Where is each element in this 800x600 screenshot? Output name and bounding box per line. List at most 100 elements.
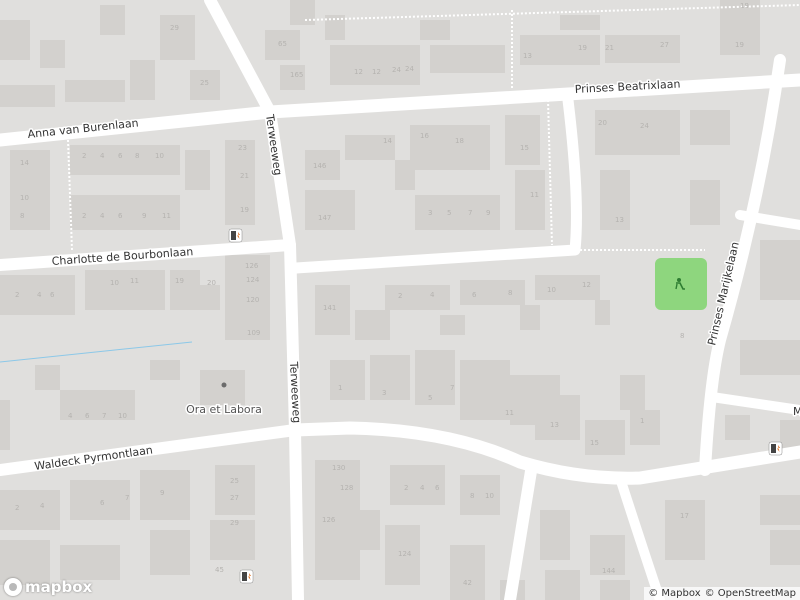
house-number: 25 bbox=[230, 477, 239, 485]
house-number: 21 bbox=[605, 44, 614, 52]
street-label-waldeck-pyrmontlaan: Waldeck Pyrmontlaan bbox=[34, 443, 154, 472]
house-number: 24 bbox=[640, 122, 649, 130]
house-number: 8 bbox=[470, 492, 474, 500]
house-number: 6 bbox=[472, 291, 477, 299]
house-number: 42 bbox=[463, 579, 472, 587]
house-number: 5 bbox=[447, 209, 451, 217]
house-number: 10 bbox=[155, 152, 164, 160]
house-number: 10 bbox=[118, 412, 127, 420]
house-number: 9 bbox=[486, 209, 490, 217]
house-number: 141 bbox=[323, 304, 336, 312]
attribution-mapbox-link[interactable]: © Mapbox bbox=[648, 588, 700, 599]
house-number: 11 bbox=[530, 191, 539, 199]
house-number: 10 bbox=[485, 492, 494, 500]
house-number: 2 bbox=[15, 504, 19, 512]
map-canvas[interactable]: 65 165 12 12 24 24 13 19 21 27 19 19 29 … bbox=[0, 0, 800, 600]
map-attribution: © Mapbox © OpenStreetMap bbox=[644, 587, 800, 600]
house-number: 10 bbox=[110, 279, 119, 287]
house-number: 27 bbox=[230, 494, 239, 502]
house-number: 6 bbox=[50, 291, 55, 299]
house-number: 109 bbox=[247, 329, 260, 337]
house-number: 19 bbox=[578, 44, 587, 52]
house-number: 14 bbox=[20, 159, 29, 167]
house-number: 8 bbox=[508, 289, 512, 297]
attribution-osm-link[interactable]: © OpenStreetMap bbox=[705, 588, 796, 599]
mapbox-logo[interactable]: mapbox bbox=[4, 578, 92, 596]
house-number: 4 bbox=[37, 291, 42, 299]
house-number: 128 bbox=[340, 484, 353, 492]
house-number: 16 bbox=[420, 132, 429, 140]
house-number: 4 bbox=[40, 502, 45, 510]
house-number: 8 bbox=[20, 212, 24, 220]
house-number: 23 bbox=[238, 144, 247, 152]
house-number: 13 bbox=[550, 421, 559, 429]
house-number: 126 bbox=[322, 516, 336, 524]
house-number: 15 bbox=[590, 439, 599, 447]
house-number: 29 bbox=[230, 519, 239, 527]
mapbox-logo-icon bbox=[4, 578, 22, 596]
house-number: 8 bbox=[680, 332, 684, 340]
house-number: 19 bbox=[175, 277, 184, 285]
map-view[interactable]: 65 165 12 12 24 24 13 19 21 27 19 19 29 … bbox=[0, 0, 800, 600]
poi-label-ora-et-labora: Ora et Labora bbox=[186, 403, 262, 416]
house-number: 4 bbox=[100, 152, 105, 160]
house-number: 19 bbox=[740, 2, 749, 10]
house-number: 8 bbox=[135, 152, 139, 160]
house-number: 10 bbox=[547, 286, 556, 294]
house-number: 3 bbox=[382, 389, 386, 397]
house-number: 17 bbox=[680, 512, 689, 520]
house-number: 14 bbox=[383, 137, 392, 145]
house-number: 10 bbox=[20, 194, 29, 202]
house-number: 13 bbox=[615, 216, 624, 224]
house-number: 24 bbox=[405, 65, 414, 73]
house-number: 7 bbox=[468, 209, 472, 217]
house-number: 4 bbox=[100, 212, 105, 220]
house-number: 29 bbox=[170, 24, 179, 32]
mapbox-logo-text: mapbox bbox=[25, 578, 93, 596]
house-number: 1 bbox=[338, 384, 342, 392]
house-number: 6 bbox=[118, 152, 123, 160]
house-number: 18 bbox=[455, 137, 464, 145]
charging-station-icon[interactable] bbox=[228, 228, 243, 243]
house-number: 11 bbox=[130, 277, 139, 285]
house-number: 13 bbox=[523, 52, 532, 60]
house-number: 147 bbox=[318, 214, 331, 222]
house-number: 9 bbox=[142, 212, 146, 220]
house-number: 2 bbox=[398, 292, 402, 300]
house-number: 24 bbox=[392, 66, 401, 74]
house-number: 25 bbox=[200, 79, 209, 87]
house-number: 65 bbox=[278, 40, 287, 48]
house-number: 7 bbox=[450, 384, 454, 392]
house-number: 4 bbox=[420, 484, 425, 492]
house-number: 144 bbox=[602, 567, 616, 575]
house-number: 2 bbox=[82, 212, 86, 220]
house-number: 5 bbox=[428, 394, 432, 402]
place-of-worship-icon bbox=[221, 382, 227, 388]
house-number: 15 bbox=[520, 144, 529, 152]
house-number: 2 bbox=[404, 484, 408, 492]
house-number: 3 bbox=[428, 209, 432, 217]
house-number: 2 bbox=[15, 291, 19, 299]
house-number: 19 bbox=[735, 41, 744, 49]
charging-station-icon[interactable] bbox=[239, 569, 254, 584]
street-label-m-partial: M bbox=[793, 405, 800, 418]
house-number: 12 bbox=[582, 281, 591, 289]
house-number: 12 bbox=[372, 68, 381, 76]
house-number: 124 bbox=[246, 276, 260, 284]
house-number: 146 bbox=[313, 162, 327, 170]
house-number: 1 bbox=[640, 417, 644, 425]
house-number: 2 bbox=[82, 152, 86, 160]
house-number: 6 bbox=[118, 212, 123, 220]
house-number: 20 bbox=[598, 119, 607, 127]
charging-station-icon[interactable] bbox=[768, 441, 783, 456]
house-number: 20 bbox=[207, 279, 216, 287]
house-number: 21 bbox=[240, 172, 249, 180]
house-number: 130 bbox=[332, 464, 345, 472]
house-number: 19 bbox=[240, 206, 249, 214]
waterway bbox=[0, 341, 193, 363]
house-number: 4 bbox=[430, 291, 435, 299]
house-number: 6 bbox=[100, 499, 105, 507]
house-number: 165 bbox=[290, 71, 303, 79]
house-number: 6 bbox=[435, 484, 440, 492]
house-number: 27 bbox=[660, 41, 669, 49]
